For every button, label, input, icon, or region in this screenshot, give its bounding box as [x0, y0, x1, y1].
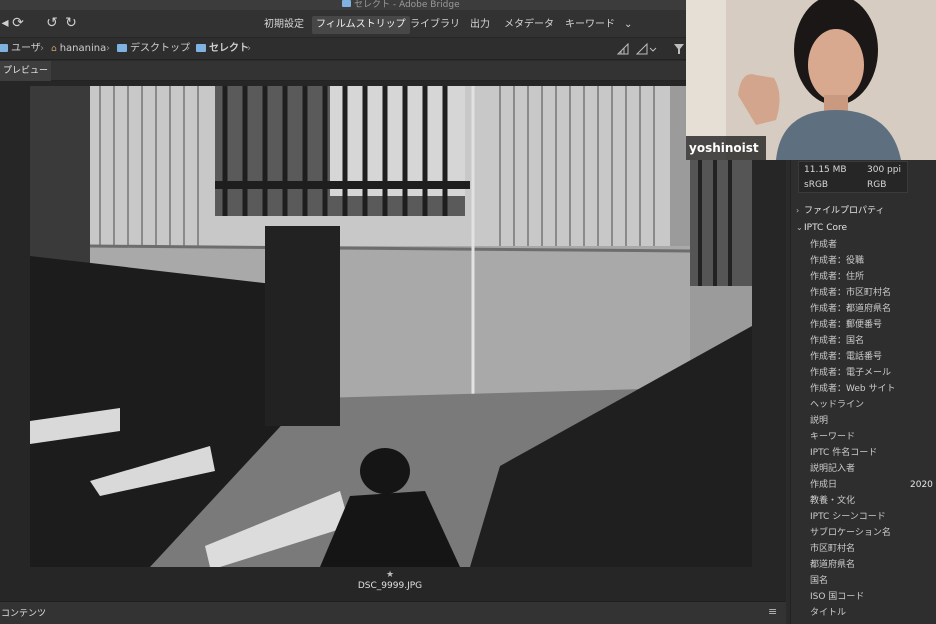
field-label[interactable]: IPTC 件名コード: [810, 446, 877, 460]
field-label[interactable]: 国名: [810, 574, 828, 588]
folder-icon: [117, 44, 127, 52]
field-label[interactable]: IPTC シーンコード: [810, 510, 886, 524]
file-name: DSC_9999.JPG: [357, 581, 423, 591]
content-panel-header: コンテンツ ≡: [0, 601, 786, 624]
field-label[interactable]: 作成者: [810, 238, 837, 252]
folder-icon: [196, 44, 206, 52]
preview-panel-header: プレビュー: [0, 61, 790, 81]
chevron-right-icon: ›: [796, 206, 800, 215]
field-label[interactable]: タイトル: [810, 606, 846, 620]
field-label[interactable]: 作成日: [810, 478, 837, 492]
rotate-right-icon[interactable]: ↻: [63, 15, 79, 31]
field-label[interactable]: 説明記入者: [810, 462, 855, 476]
field-label[interactable]: キーワード: [810, 430, 855, 444]
field-label[interactable]: 作成者：都道府県名: [810, 302, 891, 316]
breadcrumb-separator: ›: [40, 43, 44, 54]
rotate-left-icon[interactable]: ↺: [44, 15, 60, 31]
color-mode: RGB: [867, 180, 887, 190]
workspace-essentials[interactable]: 初期設定: [260, 16, 308, 34]
field-label[interactable]: 説明: [810, 414, 828, 428]
field-label[interactable]: 作成者：役職: [810, 254, 864, 268]
section-file-properties[interactable]: › ファイルプロパティ: [796, 204, 884, 218]
breadcrumb-separator: ›: [106, 43, 110, 54]
folder-icon: [342, 0, 351, 7]
photo-image: [30, 86, 752, 567]
breadcrumb-item[interactable]: セレクト: [196, 42, 249, 56]
workspace-filmstrip[interactable]: フィルムストリップ: [312, 16, 410, 34]
file-info-box: 11.15 MB 300 ppi sRGB RGB: [798, 161, 908, 193]
path-bar: ユーザ › ⌂ hananina › デスクトップ › セレクト ›: [0, 38, 686, 60]
workspace-metadata[interactable]: メタデータ: [500, 16, 558, 34]
thumbnail-caption: ★ DSC_9999.JPG: [300, 570, 480, 592]
field-label[interactable]: ISO 国コード: [810, 590, 864, 604]
workspace-library[interactable]: ライブラリ: [406, 16, 464, 34]
home-icon: ⌂: [51, 44, 57, 54]
field-label[interactable]: 教養・文化: [810, 494, 855, 508]
tab-content[interactable]: コンテンツ: [1, 606, 46, 619]
section-iptc-core[interactable]: ⌄IPTC Core: [796, 221, 847, 235]
field-label[interactable]: 作成者：電子メール: [810, 366, 891, 380]
field-label[interactable]: ヘッドライン: [810, 398, 864, 412]
field-label[interactable]: 作成者：国名: [810, 334, 864, 348]
toolbar: ◂ ⟳ ↺ ↻ 初期設定 フィルムストリップ ライブラリ 出力 メタデータ キー…: [0, 10, 686, 38]
chevron-down-icon: ⌄: [796, 223, 803, 232]
boomerang-icon[interactable]: ⟳: [10, 15, 26, 31]
window-title: セレクト - Adobe Bridge: [354, 0, 460, 10]
breadcrumb-separator: ›: [247, 43, 251, 54]
title-bar: セレクト - Adobe Bridge: [0, 0, 686, 10]
color-profile: sRGB: [804, 180, 829, 190]
panel-menu-icon[interactable]: ≡: [768, 605, 777, 618]
workspace-output[interactable]: 出力: [466, 16, 494, 34]
sort-icon[interactable]: [617, 43, 629, 55]
resolution: 300 ppi: [867, 165, 901, 175]
preview-photo[interactable]: [30, 86, 752, 567]
tab-preview[interactable]: プレビュー: [0, 61, 52, 81]
breadcrumb-item[interactable]: ユーザ: [0, 42, 41, 56]
workspace-keywords[interactable]: キーワード: [561, 16, 619, 34]
field-label[interactable]: サブロケーション名: [810, 526, 891, 540]
folder-icon: [0, 44, 8, 52]
field-value[interactable]: 2020: [910, 478, 933, 492]
breadcrumb-item[interactable]: ⌂ hananina: [51, 42, 106, 56]
participant-name: yoshinoist: [686, 136, 766, 160]
rating-filter-icon[interactable]: [636, 43, 658, 55]
field-label[interactable]: 作成者：市区町村名: [810, 286, 891, 300]
breadcrumb-item[interactable]: デスクトップ: [117, 42, 190, 56]
rating-star-icon[interactable]: ★: [300, 570, 480, 580]
field-label[interactable]: 市区町村名: [810, 542, 855, 556]
bridge-app: セレクト - Adobe Bridge ◂ ⟳ ↺ ↻ 初期設定 フィルムストリ…: [0, 0, 936, 624]
field-label[interactable]: 作成者：Web サイト: [810, 382, 895, 396]
field-label[interactable]: 作成者：電話番号: [810, 350, 882, 364]
field-label[interactable]: 作成者：住所: [810, 270, 864, 284]
workspace-more-chevron-icon[interactable]: ⌄: [620, 16, 636, 34]
field-label[interactable]: 都道府県名: [810, 558, 855, 572]
field-label[interactable]: 作成者：郵便番号: [810, 318, 882, 332]
file-size: 11.15 MB: [804, 165, 847, 175]
filter-icon[interactable]: [673, 43, 685, 55]
breadcrumb-separator: ›: [186, 43, 190, 54]
